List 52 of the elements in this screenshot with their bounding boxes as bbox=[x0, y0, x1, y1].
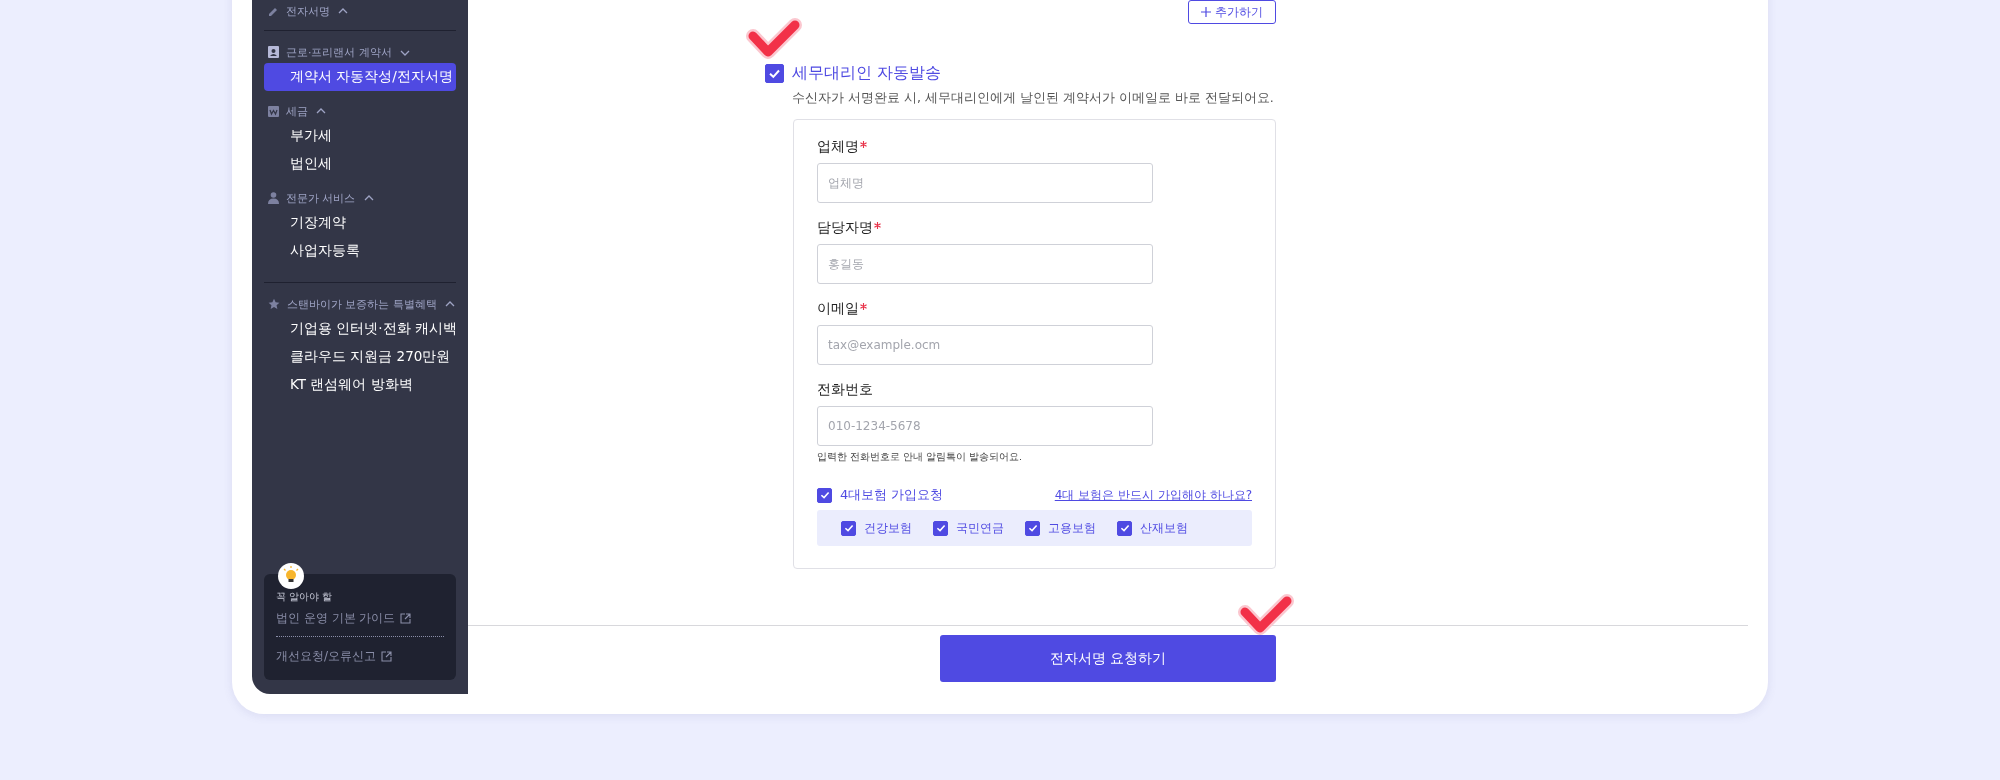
document-icon bbox=[268, 105, 279, 117]
checkbox-label[interactable]: 산재보험 bbox=[1140, 519, 1188, 537]
person-icon bbox=[268, 192, 279, 204]
external-link-icon bbox=[381, 650, 393, 662]
section-title[interactable]: 전자서명 bbox=[286, 3, 330, 19]
input-field[interactable]: 010-1234-5678 bbox=[817, 406, 1153, 446]
menu-item[interactable]: 클라우드 지원금 270만원 bbox=[264, 343, 456, 371]
menu-item[interactable]: 기장계약 bbox=[264, 209, 456, 237]
menu-item[interactable]: 법인세 bbox=[264, 150, 456, 178]
checkbox[interactable] bbox=[1025, 520, 1040, 536]
checkbox[interactable] bbox=[933, 520, 948, 536]
section-title[interactable]: 근로·프리랜서 계약서 bbox=[286, 44, 392, 60]
menu-item[interactable]: 부가세 bbox=[264, 122, 456, 150]
submit-button[interactable]: 전자서명 요청하기 bbox=[940, 635, 1276, 682]
star-icon bbox=[268, 298, 280, 310]
guide-link[interactable]: 개선요청/오류신고 bbox=[276, 646, 393, 666]
section-title[interactable]: 세금 bbox=[286, 103, 308, 119]
add-button[interactable]: 추가하기 bbox=[1188, 0, 1276, 24]
checkbox[interactable] bbox=[817, 487, 832, 503]
checkbox-label[interactable]: 4대보험 가입요청 bbox=[840, 486, 944, 504]
menu-item[interactable]: KT 랜섬웨어 방화벽 bbox=[264, 371, 456, 399]
field-label: 담당자명 bbox=[817, 219, 873, 237]
field-hint: 입력한 전화번호로 안내 알림톡이 발송되어요. bbox=[817, 451, 1024, 464]
menu-item[interactable]: 계약서 자동작성/전자서명 bbox=[264, 63, 456, 91]
checkbox[interactable] bbox=[765, 64, 784, 83]
check-mark-icon bbox=[1238, 594, 1294, 638]
checkbox-label[interactable]: 국민연금 bbox=[956, 519, 1004, 537]
field-label: 업체명 bbox=[817, 138, 859, 156]
section-title[interactable]: 전문가 서비스 bbox=[286, 190, 356, 206]
id-card-icon bbox=[268, 46, 279, 58]
checkbox-label[interactable]: 고용보험 bbox=[1048, 519, 1096, 537]
checkbox-label[interactable]: 건강보험 bbox=[864, 519, 912, 537]
help-heading: 꼭 알아야 할 bbox=[276, 590, 334, 604]
input-field[interactable]: 홍길동 bbox=[817, 244, 1153, 284]
description-text: 수신자가 서명완료 시, 세무대리인에게 날인된 계약서가 이메일로 바로 전달되어요. bbox=[792, 90, 1275, 107]
input-field[interactable]: tax@example.ocm bbox=[817, 325, 1153, 365]
input-field[interactable]: 업체명 bbox=[817, 163, 1153, 203]
menu-item[interactable]: 기업용 인터넷·전화 캐시백 bbox=[264, 315, 456, 343]
guide-link[interactable]: 법인 운영 기본 가이드 bbox=[276, 608, 412, 629]
menu-item[interactable]: 사업자등록 bbox=[264, 237, 456, 265]
checkbox[interactable] bbox=[841, 520, 856, 536]
help-link[interactable]: 4대 보험은 반드시 가입해야 하나요? bbox=[1054, 486, 1252, 504]
external-link-icon bbox=[400, 613, 412, 624]
plus-icon bbox=[1201, 7, 1211, 17]
section-title[interactable]: 스탠바이가 보증하는 특별혜택 bbox=[287, 296, 437, 312]
field-label: 이메일 bbox=[817, 300, 859, 318]
checkbox[interactable] bbox=[1117, 520, 1132, 536]
check-mark-icon bbox=[746, 18, 802, 62]
field-label: 전화번호 bbox=[817, 381, 873, 399]
pen-icon bbox=[268, 5, 279, 17]
lightbulb-icon bbox=[278, 563, 304, 589]
checkbox-label[interactable]: 세무대리인 자동발송 bbox=[792, 63, 942, 84]
